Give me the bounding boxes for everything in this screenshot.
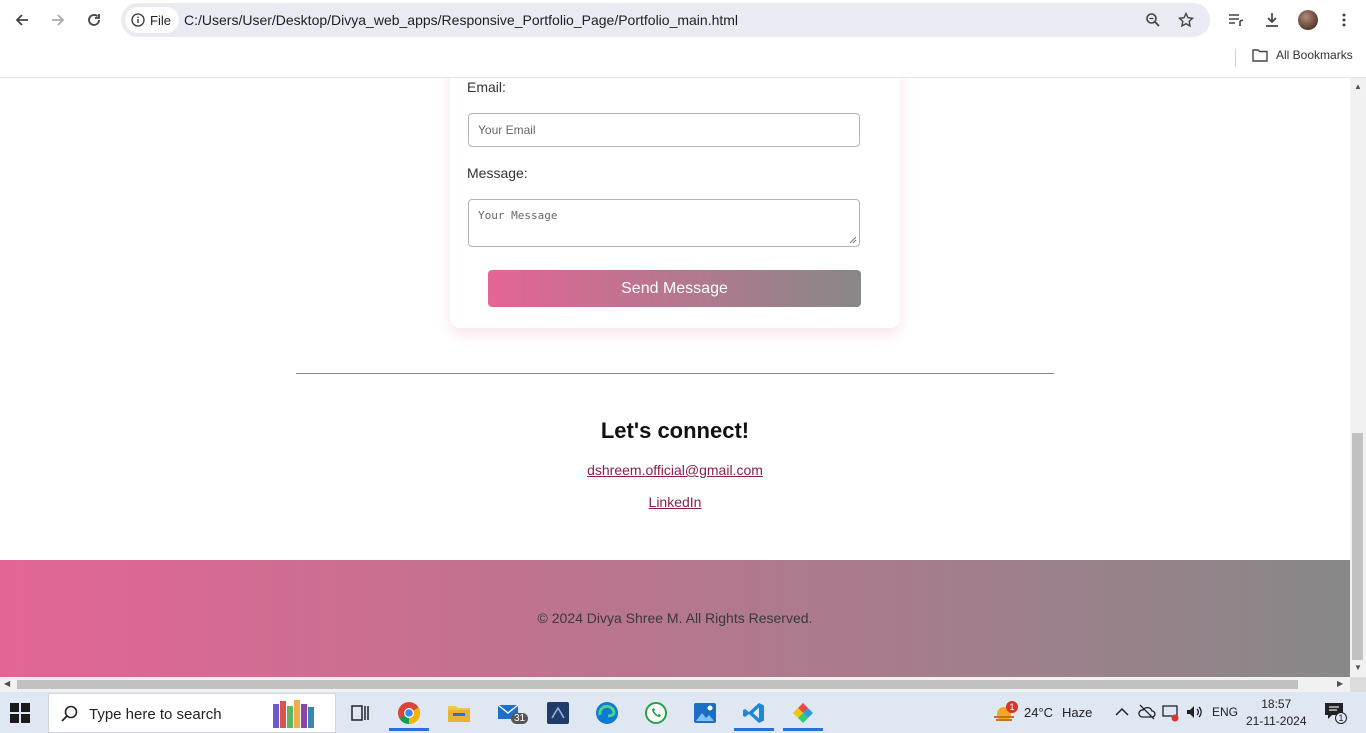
temperature-text[interactable]: 24°C [1024,705,1053,720]
blue-app-taskbar-app[interactable] [536,695,580,731]
windows-start-icon[interactable] [10,703,30,723]
app-window-icon [547,702,569,724]
vscode-icon [743,703,764,723]
scroll-left-arrow-icon[interactable]: ◀ [4,679,10,688]
whatsapp-taskbar-app[interactable] [634,695,678,731]
edge-taskbar-app[interactable] [585,695,629,731]
bookmarks-separator [1235,49,1236,67]
copyright-text: © 2024 Divya Shree M. All Rights Reserve… [537,610,813,626]
message-field[interactable]: Your Message [468,199,860,247]
email-placeholder: Your Email [478,123,536,137]
weather-text[interactable]: Haze [1062,705,1092,720]
arrow-right-icon [52,14,65,26]
mail-badge: 31 [511,713,529,724]
email-link-row: dshreem.official@gmail.com [0,462,1350,478]
downloads-icon[interactable] [1260,8,1284,32]
linkedin-link-row: LinkedIn [0,494,1350,510]
scrollbar-corner [1350,677,1366,692]
network-icon[interactable] [1162,704,1180,722]
task-view-button[interactable] [338,695,382,731]
search-placeholder: Type here to search [89,706,222,723]
file-explorer-taskbar-app[interactable] [437,695,481,731]
clock-date: 21-11-2024 [1246,714,1307,728]
linkedin-link[interactable]: LinkedIn [649,494,702,510]
url-text[interactable]: C:/Users/User/Desktop/Divya_web_apps/Res… [184,12,738,28]
chevron-up-icon[interactable] [1115,706,1129,718]
message-label: Message: [467,165,528,181]
all-bookmarks-button[interactable]: All Bookmarks [1252,48,1353,62]
task-view-icon [351,705,369,721]
weather-badge: 1 [1006,701,1018,713]
volume-icon[interactable] [1186,704,1204,720]
taskbar-search-box[interactable]: Type here to search [48,693,336,733]
scroll-up-arrow-icon[interactable]: ▲ [1354,82,1362,91]
browser-menu-icon[interactable] [1332,8,1356,32]
connect-heading: Let's connect! [600,418,750,443]
page-footer: © 2024 Divya Shree M. All Rights Reserve… [0,560,1350,677]
books-illustration-icon [273,700,314,728]
horizontal-scroll-thumb[interactable] [17,680,1298,689]
folder-icon [1252,49,1268,62]
section-divider [296,373,1054,374]
bookmarks-bar: All Bookmarks [0,40,1366,77]
message-placeholder: Your Message [478,209,558,222]
site-info-chip[interactable]: File [125,7,179,33]
bookmark-star-icon[interactable] [1176,10,1196,30]
arrow-left-icon [15,14,28,26]
vscode-taskbar-app[interactable] [732,695,776,731]
whatsapp-icon [645,702,667,724]
email-label: Email: [467,79,506,95]
email-field[interactable]: Your Email [468,113,860,147]
send-message-button[interactable]: Send Message [488,270,861,307]
scroll-down-arrow-icon[interactable]: ▼ [1354,663,1362,672]
clock-time: 18:57 [1261,697,1292,711]
horizontal-scrollbar[interactable]: ◀ ▶ [0,677,1350,692]
contact-form-card: Email: Your Email Message: Your Message … [450,78,900,328]
colorful-app-icon [793,703,813,723]
back-button[interactable] [10,8,34,32]
forward-button[interactable] [46,8,70,32]
chrome-taskbar-app[interactable] [387,695,431,731]
resize-grip-icon[interactable] [849,236,857,244]
search-icon [61,705,78,722]
windows-taskbar: Type here to search 31 1 24°C Haze ENG 1… [0,692,1366,733]
mail-taskbar-app[interactable]: 31 [487,695,531,731]
notification-center[interactable]: 1 [1324,702,1347,724]
file-chip-label: File [150,12,171,28]
profile-avatar[interactable] [1298,10,1318,30]
colorful-app-taskbar-app[interactable] [781,695,825,731]
zoom-icon[interactable] [1143,10,1163,30]
vertical-scroll-thumb[interactable] [1352,433,1363,660]
taskbar-clock[interactable]: 18:57 21-11-2024 [1246,696,1307,730]
notification-badge: 1 [1335,712,1347,724]
weather-widget[interactable]: 1 [986,695,1022,731]
all-bookmarks-label: All Bookmarks [1276,48,1353,62]
folder-icon [448,706,470,722]
edge-icon [596,702,618,724]
address-bar[interactable]: File C:/Users/User/Desktop/Divya_web_app… [121,3,1210,37]
photos-icon [694,703,716,723]
media-control-icon[interactable] [1224,8,1248,32]
language-indicator[interactable]: ENG [1212,705,1238,719]
scroll-right-arrow-icon[interactable]: ▶ [1337,679,1343,688]
vertical-scrollbar[interactable]: ▲ ▼ [1350,78,1366,677]
email-link[interactable]: dshreem.official@gmail.com [587,462,763,478]
reload-button[interactable] [82,8,106,32]
chrome-icon [398,702,420,724]
photos-taskbar-app[interactable] [683,695,727,731]
page-viewport: Email: Your Email Message: Your Message … [0,78,1350,677]
browser-chrome: File C:/Users/User/Desktop/Divya_web_app… [0,0,1366,78]
onedrive-offline-icon[interactable] [1138,704,1156,720]
browser-toolbar: File C:/Users/User/Desktop/Divya_web_app… [0,0,1366,40]
reload-icon [88,14,100,26]
info-icon [131,13,145,27]
